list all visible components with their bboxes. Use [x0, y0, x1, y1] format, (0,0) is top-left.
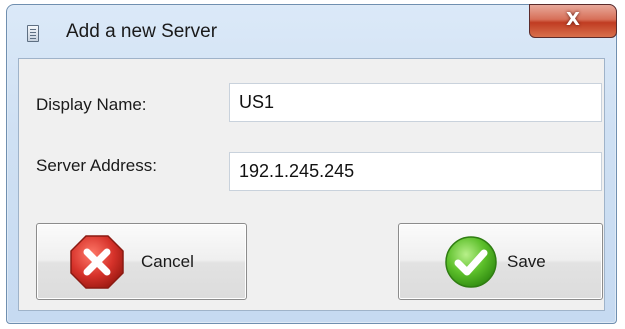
save-button-label: Save	[507, 252, 546, 271]
green-checkmark-icon	[445, 236, 497, 288]
server-address-input[interactable]: 192.1.245.245	[229, 152, 602, 191]
display-name-label: Display Name:	[36, 95, 147, 114]
window-title: Add a new Server	[66, 21, 218, 42]
save-button[interactable]: Save	[398, 223, 603, 300]
red-x-octagon-icon	[70, 235, 124, 289]
display-name-input[interactable]: US1	[229, 83, 602, 122]
title-bar[interactable]: Add a new Server X	[7, 4, 617, 55]
dialog-window: Add a new Server X Display Name: US1 Ser…	[6, 4, 617, 324]
close-button[interactable]: X	[529, 4, 617, 38]
dialog-body: Display Name: US1 Server Address: 192.1.…	[18, 58, 605, 311]
document-icon	[27, 25, 39, 42]
cancel-button[interactable]: Cancel	[36, 223, 247, 300]
cancel-button-label: Cancel	[141, 252, 194, 271]
server-address-label: Server Address:	[36, 156, 157, 175]
